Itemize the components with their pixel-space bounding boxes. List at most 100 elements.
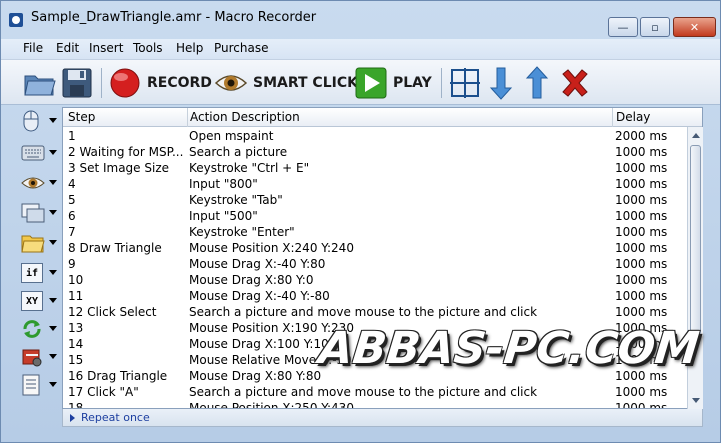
chevron-down-icon[interactable] — [49, 210, 57, 215]
table-row[interactable]: 10 Mouse Drag X:80 Y:0 1000 ms — [63, 272, 688, 288]
table-row[interactable]: 11 Mouse Drag X:-40 Y:-80 1000 ms — [63, 288, 688, 304]
document-icon — [22, 374, 40, 396]
column-divider[interactable] — [187, 108, 188, 127]
chevron-down-icon[interactable] — [49, 240, 57, 245]
table-row[interactable]: 1 Open mspaint 2000 ms — [63, 128, 688, 144]
delay-cell: 1000 ms — [615, 225, 668, 239]
expand-arrow-icon[interactable] — [70, 414, 75, 422]
toolbar-separator — [441, 68, 442, 98]
description-cell: Mouse Drag X:80 Y:80 — [189, 369, 322, 383]
action-sidebar: if XY — [17, 107, 61, 427]
chevron-down-icon[interactable] — [49, 118, 57, 123]
insert-variable-button[interactable]: XY — [21, 289, 59, 313]
maximize-icon: ▫ — [651, 20, 659, 34]
open-folder-icon — [24, 75, 56, 96]
step-cell: 5 — [68, 193, 76, 207]
description-cell: Open mspaint — [189, 129, 274, 143]
menu-file[interactable]: File — [23, 41, 43, 55]
delay-cell: 1000 ms — [615, 161, 668, 175]
menu-edit[interactable]: Edit — [56, 41, 79, 55]
insert-misc-button[interactable] — [21, 373, 59, 397]
maximize-button[interactable]: ▫ — [640, 17, 670, 37]
table-row[interactable]: 17 Click "A" Search a picture and move mo… — [63, 384, 688, 400]
column-header-description[interactable]: Action Description — [190, 110, 300, 124]
play-button[interactable]: PLAY — [355, 66, 432, 100]
menu-tools[interactable]: Tools — [133, 41, 163, 55]
table-row[interactable]: 6 Input "500" 1000 ms — [63, 208, 688, 224]
table-row[interactable]: 7 Keystroke "Enter" 1000 ms — [63, 224, 688, 240]
table-row[interactable]: 9 Mouse Drag X:-40 Y:80 1000 ms — [63, 256, 688, 272]
insert-loop-button[interactable] — [21, 317, 59, 341]
delay-cell: 1000 ms — [615, 257, 668, 271]
save-button[interactable] — [61, 66, 93, 100]
repeat-option-link[interactable]: Repeat once — [81, 411, 150, 424]
chevron-down-icon[interactable] — [49, 382, 57, 387]
insert-if-button[interactable]: if — [21, 261, 59, 285]
insert-window-button[interactable] — [21, 201, 59, 225]
insert-tools-button[interactable] — [21, 345, 59, 369]
if-icon: if — [21, 263, 43, 283]
step-cell: 10 — [68, 273, 84, 287]
menu-insert[interactable]: Insert — [89, 41, 123, 55]
insert-file-button[interactable] — [21, 231, 59, 255]
delay-cell: 1000 ms — [615, 145, 668, 159]
macro-recorder-window: Sample_DrawTriangle.amr - Macro Recorder… — [0, 0, 721, 443]
delay-cell: 1000 ms — [615, 241, 668, 255]
description-cell: Input "800" — [189, 177, 258, 191]
chevron-down-icon[interactable] — [49, 354, 57, 359]
delete-button[interactable] — [559, 66, 591, 100]
repeat-bar: Repeat once — [62, 409, 703, 427]
chevron-down-icon[interactable] — [49, 270, 57, 275]
table-row[interactable]: 12 Click Select Search a picture and move… — [63, 304, 688, 320]
delay-cell: 1000 ms — [615, 289, 668, 303]
chevron-down-icon[interactable] — [49, 180, 57, 185]
smart-click-button[interactable]: SMART CLICK — [215, 66, 358, 100]
title-bar[interactable]: Sample_DrawTriangle.amr - Macro Recorder… — [1, 1, 720, 37]
menu-bar: File Edit Insert Tools Help Purchase — [1, 39, 720, 59]
step-cell: 18 — [68, 401, 84, 409]
insert-keyboard-button[interactable] — [21, 141, 59, 165]
column-divider[interactable] — [612, 108, 613, 127]
description-cell: Input "500" — [189, 209, 258, 223]
close-button[interactable]: ✕ — [673, 17, 716, 37]
description-cell: Mouse Position X:240 Y:240 — [189, 241, 354, 255]
move-down-button[interactable] — [489, 66, 513, 100]
description-cell: Mouse Drag X:80 Y:0 — [189, 273, 314, 287]
scroll-down-icon[interactable] — [692, 398, 700, 403]
step-cell: 12 Click Select — [68, 305, 157, 319]
description-cell: Mouse Drag X:100 Y:100 — [189, 337, 337, 351]
scroll-up-icon[interactable] — [692, 133, 700, 138]
table-row[interactable]: 18 Mouse Position X:250 Y:430 1000 ms — [63, 400, 688, 409]
table-row[interactable]: 8 Draw Triangle Mouse Position X:240 Y:24… — [63, 240, 688, 256]
eye-icon — [215, 75, 247, 91]
record-button[interactable]: RECORD — [109, 66, 212, 100]
chevron-down-icon[interactable] — [49, 298, 57, 303]
description-cell: Search a picture — [189, 145, 288, 159]
xy-icon: XY — [21, 291, 43, 311]
column-header-step[interactable]: Step — [68, 110, 95, 124]
table-row[interactable]: 3 Set Image Size Keystroke "Ctrl + E" 1000… — [63, 160, 688, 176]
tools-icon — [22, 349, 42, 367]
menu-purchase[interactable]: Purchase — [214, 41, 269, 55]
insert-image-search-button[interactable] — [21, 171, 59, 195]
table-row[interactable]: 2 Waiting for MSP... Search a picture 1000… — [63, 144, 688, 160]
menu-help[interactable]: Help — [176, 41, 203, 55]
delay-cell: 1000 ms — [615, 177, 668, 191]
column-header-delay[interactable]: Delay — [616, 110, 650, 124]
move-up-button[interactable] — [525, 66, 549, 100]
play-icon — [355, 67, 387, 99]
step-cell: 1 — [68, 129, 76, 143]
insert-mouse-button[interactable] — [21, 109, 59, 133]
step-cell: 7 — [68, 225, 76, 239]
delay-cell: 1000 ms — [615, 401, 668, 409]
delay-cell: 1000 ms — [615, 193, 668, 207]
chevron-down-icon[interactable] — [49, 326, 57, 331]
table-row[interactable]: 5 Keystroke "Tab" 1000 ms — [63, 192, 688, 208]
select-region-icon — [450, 68, 480, 98]
select-region-button[interactable] — [449, 66, 481, 100]
table-row[interactable]: 4 Input "800" 1000 ms — [63, 176, 688, 192]
open-button[interactable] — [23, 66, 57, 100]
chevron-down-icon[interactable] — [49, 150, 57, 155]
scrollbar-thumb[interactable] — [690, 145, 701, 335]
minimize-button[interactable]: — — [608, 17, 638, 37]
